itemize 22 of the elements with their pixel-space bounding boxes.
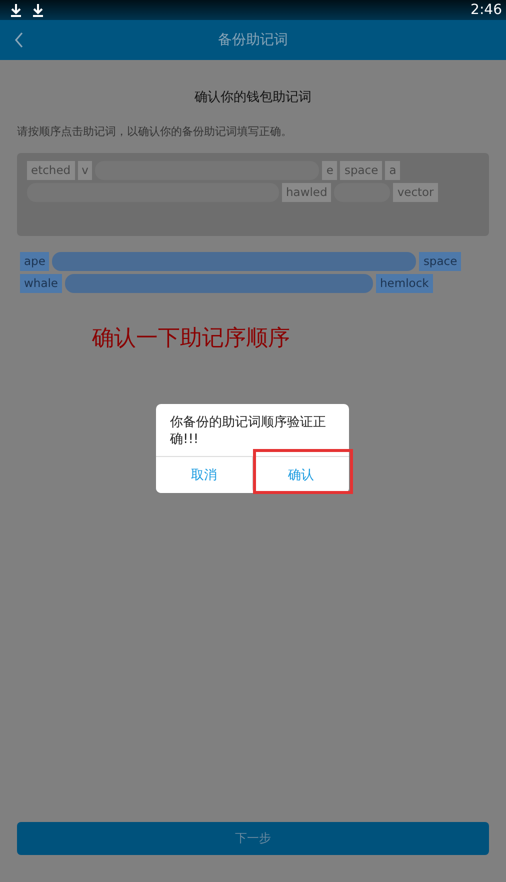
next-button[interactable]: 下一步 (17, 822, 489, 855)
word-chip[interactable]: whale (20, 274, 62, 293)
word-chip[interactable]: hawled (282, 183, 332, 202)
download-icon (32, 3, 44, 17)
dialog-message: 你备份的助记词顺序验证正确!!! (169, 414, 327, 449)
page-title: 备份助记词 (218, 31, 288, 49)
dialog-button[interactable]: 确认 (252, 457, 349, 493)
word-chip[interactable]: vector (393, 183, 438, 202)
word-chip[interactable]: space (419, 252, 462, 271)
word-chip[interactable]: e (322, 161, 338, 180)
instruction-text: 请按顺序点击助记词，以确认你的备份助记词填写正确。 (17, 124, 292, 139)
word-chip[interactable]: ape (20, 252, 50, 271)
word-chip[interactable]: space (340, 161, 382, 180)
annotation-text: 确认一下助记序顺序 (92, 325, 291, 353)
word-chip[interactable]: hemlock (376, 274, 433, 293)
section-heading: 确认你的钱包助记词 (194, 89, 312, 106)
status-time: 2:46 (470, 2, 502, 18)
word-chip[interactable]: a (385, 161, 400, 180)
download-icon (10, 3, 22, 17)
word-chip[interactable]: etched (27, 161, 75, 180)
back-icon[interactable] (14, 32, 24, 48)
word-chip[interactable]: v (78, 161, 92, 180)
